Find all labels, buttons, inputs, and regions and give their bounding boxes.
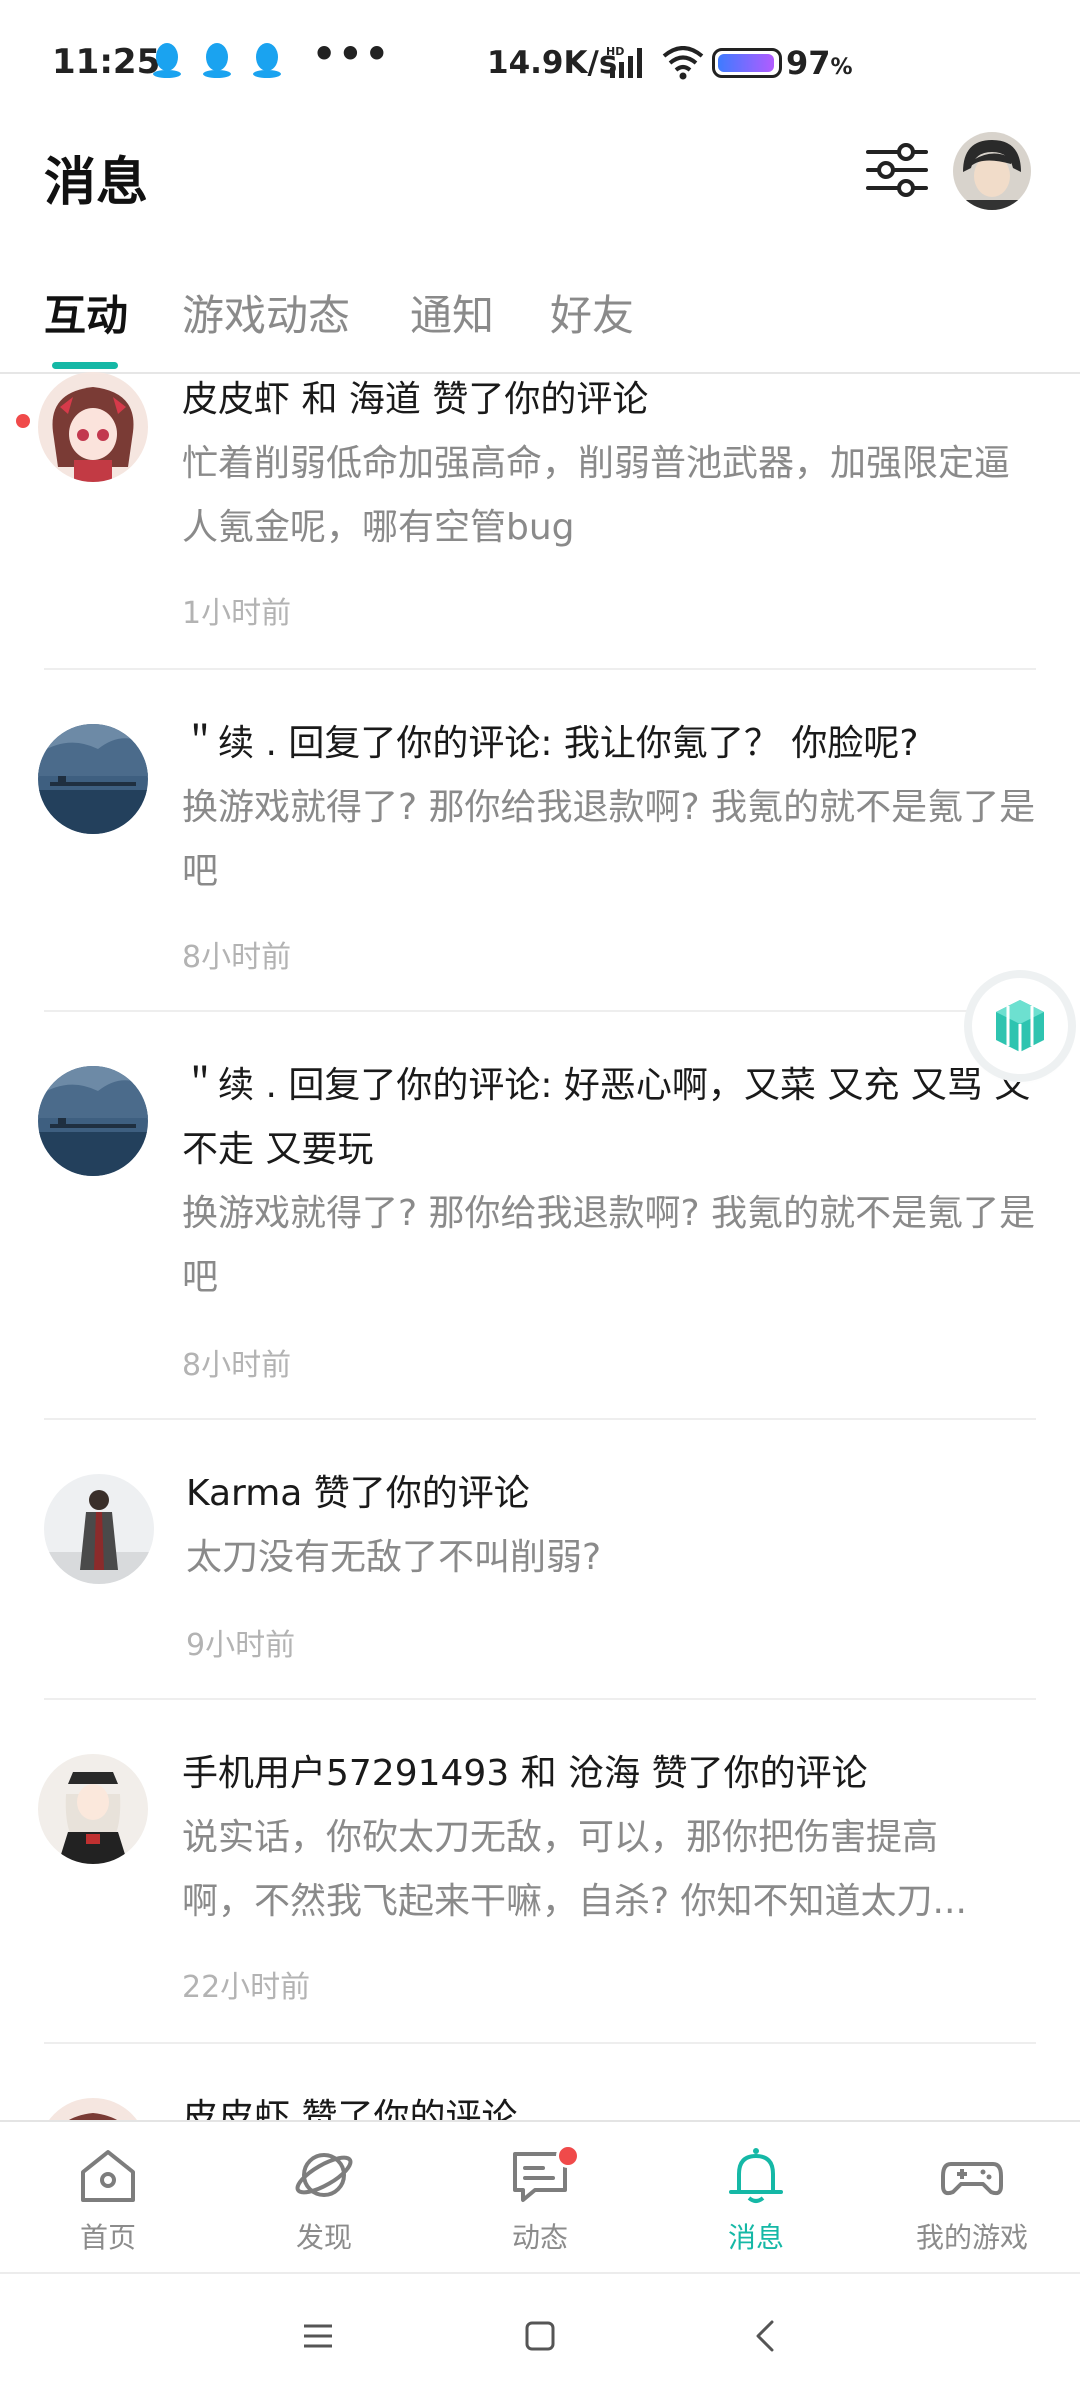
message-body: 换游戏就得了? 那你给我退款啊? 我氪的就不是氪了是吧 xyxy=(182,787,1036,892)
message-body: 说实话，你砍太刀无敌，可以，那你把伤害提高啊，不然我飞起来干嘛，自杀? 你知不知… xyxy=(182,1806,1036,1934)
menu-icon[interactable] xyxy=(300,2318,336,2354)
divider xyxy=(44,2042,1036,2044)
qq-icon xyxy=(203,43,231,78)
nav-feed-badge xyxy=(556,2144,580,2168)
system-navigation-bar xyxy=(0,2272,1080,2402)
nav-discover[interactable]: 发现 xyxy=(254,2142,394,2256)
message-tabs: 互动 游戏动态 通知 好友 xyxy=(0,268,1080,374)
divider xyxy=(44,1698,1036,1700)
battery-percent: 97% xyxy=(786,44,853,82)
message-title: Karma 赞了你的评论 xyxy=(186,1473,530,1514)
message-time: 8小时前 xyxy=(182,1348,292,1383)
tab-friends[interactable]: 好友 xyxy=(550,282,634,343)
gamepad-icon xyxy=(941,2162,1003,2196)
bell-icon xyxy=(729,2148,783,2203)
nav-messages[interactable]: 消息 xyxy=(686,2142,826,2256)
divider xyxy=(44,1418,1036,1420)
planet-icon xyxy=(295,2153,353,2197)
nav-feed[interactable]: 动态 xyxy=(470,2142,610,2256)
wifi-icon xyxy=(662,46,704,80)
battery-level xyxy=(718,54,775,72)
message-body: 太刀没有无敌了不叫削弱? xyxy=(186,1537,602,1578)
message-body: 忙着削弱低命加强高命，削弱普池武器，加强限定逼人氪金呢，哪有空管bug xyxy=(182,443,1011,548)
message-time: 9小时前 xyxy=(186,1628,296,1663)
battery-unit: % xyxy=(830,55,853,80)
nav-feed-label: 动态 xyxy=(511,2221,568,2254)
avatar[interactable] xyxy=(38,372,148,482)
avatar[interactable] xyxy=(38,2098,148,2122)
bottom-navigation: 首页 发现 动态 消息 我的游戏 xyxy=(0,2120,1080,2272)
more-notifications-icon: ••• xyxy=(312,32,391,76)
cube-icon xyxy=(996,1000,1044,1052)
divider xyxy=(44,1010,1036,1012)
filter-settings-icon[interactable] xyxy=(862,140,932,200)
tab-notifications[interactable]: 通知 xyxy=(410,282,494,343)
nav-messages-label: 消息 xyxy=(727,2221,784,2254)
status-time: 11:25 xyxy=(52,42,161,82)
avatar[interactable] xyxy=(44,1474,154,1584)
nav-my-games-label: 我的游戏 xyxy=(915,2221,1028,2254)
message-time: 8小时前 xyxy=(182,940,292,975)
divider xyxy=(44,668,1036,670)
status-bar: 11:25 ••• 14.9K/s HD 97% xyxy=(0,0,1080,130)
message-title: ＂续 . 回复了你的评论: 好恶心啊，又菜 又充 又骂 又不走 又要玩 xyxy=(182,1065,1031,1170)
message-body: 换游戏就得了? 那你给我退款啊? 我氪的就不是氪了是吧 xyxy=(182,1193,1036,1298)
avatar[interactable] xyxy=(38,1066,148,1176)
message-list[interactable]: 皮皮虾 和 海道 赞了你的评论 忙着削弱低命加强高命，削弱普池武器，加强限定逼人… xyxy=(0,372,1080,2122)
message-title: 手机用户57291493 和 沧海 赞了你的评论 xyxy=(182,1753,868,1794)
message-title: ＂续 . 回复了你的评论: 我让你氪了？ 你脸呢? xyxy=(182,723,919,764)
floating-cube-button[interactable] xyxy=(972,978,1068,1074)
battery-value: 97 xyxy=(786,44,831,82)
page-title: 消息 xyxy=(44,153,149,213)
avatar[interactable] xyxy=(38,1754,148,1864)
net-speed: 14.9K/s xyxy=(487,45,618,81)
home-icon xyxy=(81,2150,135,2202)
message-time: 22小时前 xyxy=(182,1970,311,2005)
message-title: 皮皮虾 赞了你的评论 xyxy=(182,2097,518,2122)
qq-icon xyxy=(253,43,281,78)
qq-icon xyxy=(153,43,181,78)
signal-hd-icon: HD xyxy=(606,45,642,78)
user-avatar[interactable] xyxy=(953,132,1031,210)
svg-text:HD: HD xyxy=(606,45,624,58)
tab-interactions[interactable]: 互动 xyxy=(44,282,128,343)
avatar[interactable] xyxy=(38,724,148,834)
message-time: 1小时前 xyxy=(182,596,292,631)
home-square-icon[interactable] xyxy=(522,2318,558,2354)
nav-my-games[interactable]: 我的游戏 xyxy=(902,2142,1042,2256)
battery-icon xyxy=(712,48,782,78)
tab-game-updates[interactable]: 游戏动态 xyxy=(182,282,350,343)
active-tab-indicator xyxy=(52,362,118,369)
nav-home[interactable]: 首页 xyxy=(38,2142,178,2256)
message-body-text: 说实话，你砍太刀无敌，可以，那你把伤害提高啊，不然我飞起来干嘛，自杀? 你知不知… xyxy=(182,1817,967,1922)
nav-home-label: 首页 xyxy=(79,2221,136,2254)
back-icon[interactable] xyxy=(748,2318,784,2354)
unread-dot xyxy=(16,414,30,428)
message-title: 皮皮虾 和 海道 赞了你的评论 xyxy=(182,379,649,420)
nav-discover-label: 发现 xyxy=(295,2221,352,2254)
